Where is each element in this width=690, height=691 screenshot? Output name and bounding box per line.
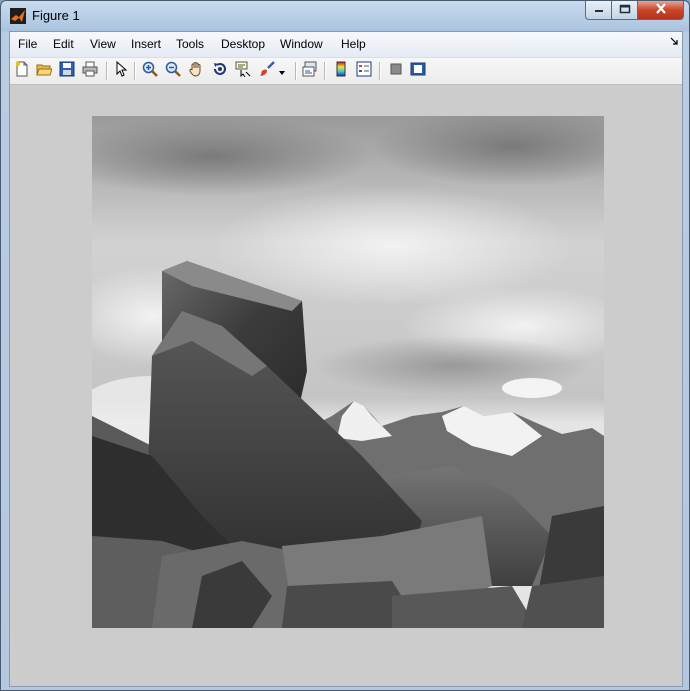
show-plot-tools-button[interactable]: [408, 61, 428, 81]
show-plot-tools-icon: [410, 61, 426, 82]
menu-edit[interactable]: Edit: [53, 37, 74, 51]
data-cursor-icon: [235, 61, 251, 82]
insert-legend-icon: [356, 61, 372, 82]
insert-colorbar-icon: [333, 61, 349, 82]
pan-button[interactable]: [186, 61, 206, 81]
toolbar-separator: [324, 62, 326, 80]
rotate-3d-icon: [212, 61, 228, 82]
minimize-button[interactable]: [585, 1, 612, 20]
toolbar-separator: [106, 62, 108, 80]
open-file-button[interactable]: [34, 61, 54, 81]
brush-icon: [259, 60, 275, 82]
print-figure-button[interactable]: [80, 61, 100, 81]
open-file-icon: [36, 61, 53, 82]
close-icon: [655, 1, 667, 19]
menu-view[interactable]: View: [90, 37, 116, 51]
menu-bar: File Edit View Insert Tools Desktop Wind…: [10, 32, 682, 58]
rotate-3d-button[interactable]: [210, 61, 230, 81]
link-plot-icon: [302, 61, 318, 82]
menu-desktop[interactable]: Desktop: [221, 37, 265, 51]
edit-plot-icon: [113, 60, 129, 82]
caption-buttons: [585, 1, 684, 21]
menu-tools[interactable]: Tools: [176, 37, 204, 51]
image-axes[interactable]: [92, 116, 604, 628]
toolbar-separator: [134, 62, 136, 80]
zoom-in-button[interactable]: [140, 61, 160, 81]
figure-window: Figure 1 File Edit View Insert Tools Des…: [0, 0, 690, 691]
zoom-out-button[interactable]: [163, 61, 183, 81]
menu-insert[interactable]: Insert: [131, 37, 161, 51]
minimize-icon: [594, 1, 604, 19]
title-bar[interactable]: Figure 1: [1, 1, 689, 31]
zoom-out-icon: [165, 61, 181, 82]
link-plot-button[interactable]: [300, 61, 320, 81]
figure-canvas[interactable]: [10, 85, 682, 686]
save-figure-icon: [59, 61, 75, 82]
toolbar-separator: [295, 62, 297, 80]
toolbar-separator: [379, 62, 381, 80]
brush-dropdown-icon: [279, 62, 285, 80]
dock-arrow-icon[interactable]: [670, 37, 678, 48]
edit-plot-button[interactable]: [111, 60, 131, 82]
menu-help[interactable]: Help: [341, 37, 366, 51]
maximize-icon: [619, 1, 631, 19]
close-button[interactable]: [638, 1, 684, 20]
print-figure-icon: [82, 61, 98, 82]
maximize-button[interactable]: [612, 1, 638, 20]
hide-plot-tools-button[interactable]: [386, 61, 406, 81]
matlab-logo-icon: [10, 8, 26, 24]
new-figure-button[interactable]: [12, 61, 32, 81]
brush-dropdown-button[interactable]: [277, 61, 287, 81]
figure-toolbar: [10, 58, 682, 85]
hide-plot-tools-icon: [388, 61, 404, 82]
figure-client-area: File Edit View Insert Tools Desktop Wind…: [9, 31, 683, 687]
window-title: Figure 1: [32, 8, 80, 23]
zoom-in-icon: [142, 61, 158, 82]
insert-legend-button[interactable]: [354, 61, 374, 81]
brush-button[interactable]: [257, 60, 277, 82]
data-cursor-button[interactable]: [233, 61, 253, 81]
new-figure-icon: [14, 61, 30, 82]
save-figure-button[interactable]: [57, 61, 77, 81]
grayscale-landscape-image: [92, 116, 604, 628]
insert-colorbar-button[interactable]: [331, 61, 351, 81]
pan-icon: [188, 61, 204, 82]
menu-window[interactable]: Window: [280, 37, 323, 51]
menu-file[interactable]: File: [18, 37, 37, 51]
